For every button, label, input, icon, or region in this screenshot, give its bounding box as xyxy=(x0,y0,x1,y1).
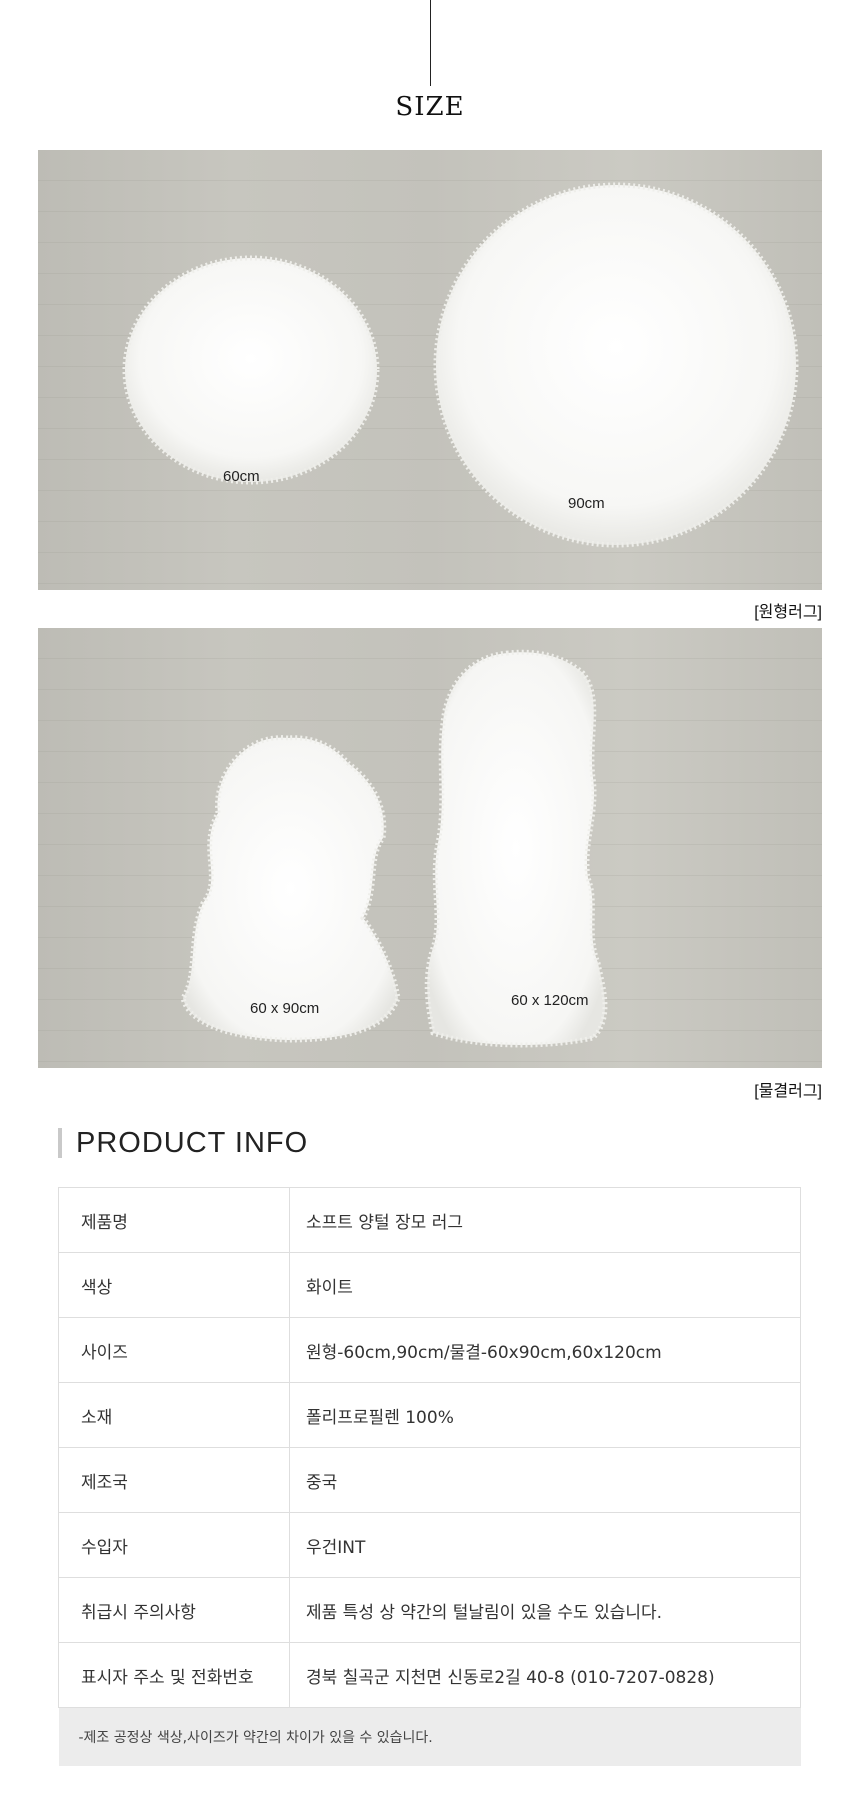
rug-size-label: 60cm xyxy=(223,468,260,485)
divider-line xyxy=(430,0,431,86)
info-value: 중국 xyxy=(289,1447,801,1513)
info-key: 표시자 주소 및 전화번호 xyxy=(58,1642,290,1708)
table-note-row: -제조 공정상 색상,사이즈가 약간의 차이가 있을 수 있습니다. xyxy=(58,1707,801,1766)
info-value: 소프트 양털 장모 러그 xyxy=(289,1187,801,1253)
info-value: 원형-60cm,90cm/물결-60x90cm,60x120cm xyxy=(289,1317,801,1383)
size-heading: SIZE xyxy=(395,92,465,122)
product-info-table: 제품명 소프트 양털 장모 러그 색상 화이트 사이즈 원형-60cm,90cm… xyxy=(58,1187,801,1766)
info-value: 화이트 xyxy=(289,1252,801,1318)
info-value: 우건INT xyxy=(289,1512,801,1578)
round-rug-photo: 60cm 90cm xyxy=(38,150,822,590)
info-key: 수입자 xyxy=(58,1512,290,1578)
info-value: 폴리프로필렌 100% xyxy=(289,1382,801,1448)
wave-rug-photo: 60 x 90cm 60 x 120cm xyxy=(38,628,822,1068)
large-round-rug xyxy=(433,182,799,548)
info-note: -제조 공정상 색상,사이즈가 약간의 차이가 있을 수 있습니다. xyxy=(58,1707,801,1766)
info-key: 색상 xyxy=(58,1252,290,1318)
table-row: 제조국 중국 xyxy=(58,1447,801,1513)
large-wave-rug xyxy=(424,649,608,1048)
info-key: 제품명 xyxy=(58,1187,290,1253)
rug-size-label: 90cm xyxy=(568,495,605,512)
table-row: 색상 화이트 xyxy=(58,1252,801,1318)
rug-size-label: 60 x 120cm xyxy=(511,992,589,1009)
rug-size-label: 60 x 90cm xyxy=(250,1000,320,1017)
wave-rug-illustration xyxy=(180,649,608,1048)
info-key: 제조국 xyxy=(58,1447,290,1513)
round-rug-caption: [원형러그] xyxy=(754,604,822,621)
info-key: 취급시 주의사항 xyxy=(58,1577,290,1643)
product-info-heading: PRODUCT INFO xyxy=(58,1128,308,1158)
table-row: 표시자 주소 및 전화번호 경북 칠곡군 지천면 신동로2길 40-8 (010… xyxy=(58,1642,801,1708)
info-key: 사이즈 xyxy=(58,1317,290,1383)
small-wave-rug xyxy=(180,735,401,1043)
table-row: 소재 폴리프로필렌 100% xyxy=(58,1382,801,1448)
round-rug-illustration xyxy=(122,182,799,548)
small-round-rug xyxy=(122,255,380,485)
table-row: 수입자 우건INT xyxy=(58,1512,801,1578)
info-key: 소재 xyxy=(58,1382,290,1448)
wave-rug-caption: [물결러그] xyxy=(754,1083,822,1100)
table-row: 사이즈 원형-60cm,90cm/물결-60x90cm,60x120cm xyxy=(58,1317,801,1383)
info-value: 제품 특성 상 약간의 털날림이 있을 수도 있습니다. xyxy=(289,1577,801,1643)
table-row: 취급시 주의사항 제품 특성 상 약간의 털날림이 있을 수도 있습니다. xyxy=(58,1577,801,1643)
info-value: 경북 칠곡군 지천면 신동로2길 40-8 (010-7207-0828) xyxy=(289,1642,801,1708)
table-row: 제품명 소프트 양털 장모 러그 xyxy=(58,1187,801,1253)
